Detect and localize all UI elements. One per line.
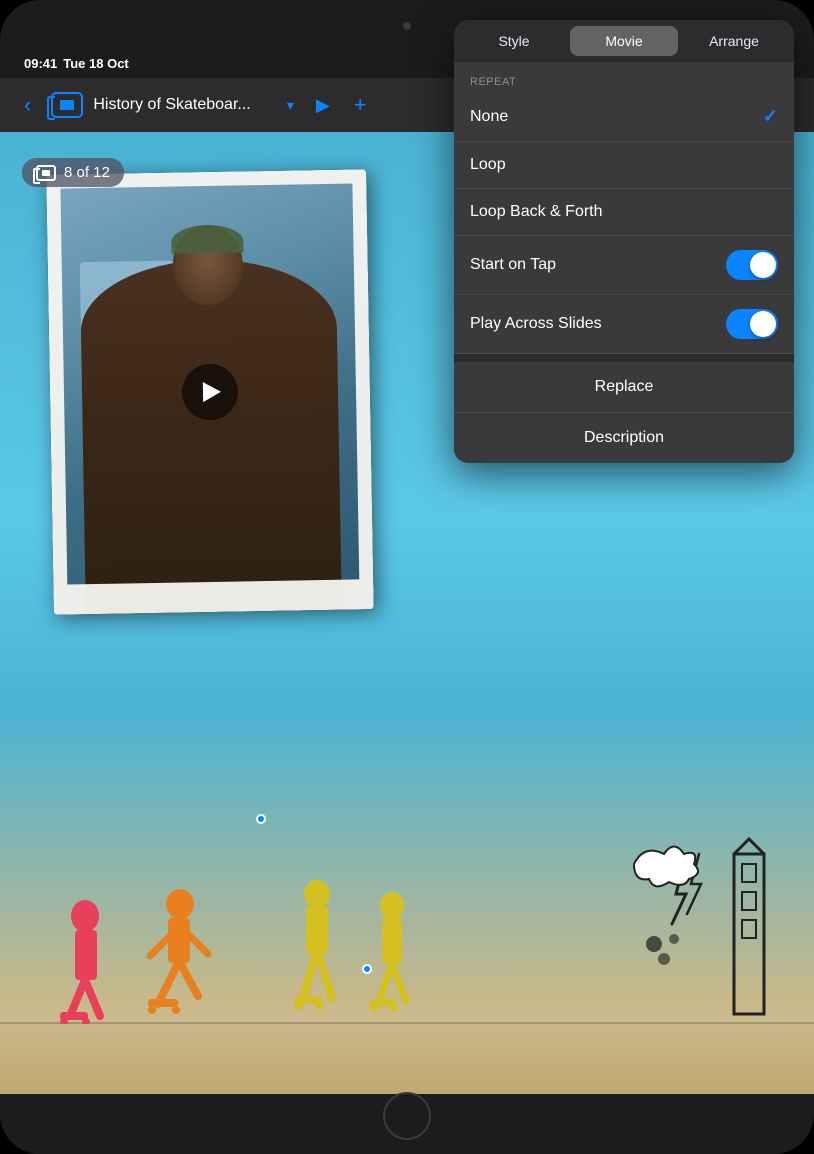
checkmark-icon: ✓	[763, 106, 778, 127]
selection-handle-right[interactable]	[362, 964, 372, 974]
start-on-tap-row: Start on Tap	[454, 236, 794, 295]
skater-yellow	[280, 876, 355, 1026]
title-chevron-icon[interactable]: ▾	[287, 97, 294, 114]
camera-dot	[403, 22, 411, 30]
tab-movie[interactable]: Movie	[570, 26, 678, 56]
slide-counter-text: 8 of 12	[64, 164, 110, 181]
start-on-tap-toggle[interactable]	[726, 250, 778, 280]
replace-label: Replace	[595, 378, 654, 395]
toggle-knob-2	[750, 311, 776, 337]
repeat-loop-label: Loop	[470, 156, 506, 174]
tab-style[interactable]: Style	[460, 26, 568, 56]
status-date: Tue 18 Oct	[63, 56, 129, 71]
back-button[interactable]: ‹	[14, 88, 41, 122]
home-button[interactable]	[383, 1092, 431, 1140]
replace-action[interactable]: Replace	[454, 362, 794, 413]
repeat-option-loop-back-forth[interactable]: Loop Back & Forth	[454, 189, 794, 236]
panel-tab-bar: Style Movie Arrange	[454, 20, 794, 62]
repeat-option-loop[interactable]: Loop	[454, 142, 794, 189]
slides-navigator-icon[interactable]	[51, 92, 83, 118]
toggle-knob	[750, 252, 776, 278]
format-panel: Style Movie Arrange REPEAT None ✓ Loop L…	[454, 20, 794, 463]
add-button[interactable]: +	[344, 88, 377, 122]
play-across-slides-label: Play Across Slides	[470, 315, 602, 333]
repeat-option-none[interactable]: None ✓	[454, 92, 794, 142]
slide-counter-icon	[36, 165, 56, 181]
play-across-slides-toggle[interactable]	[726, 309, 778, 339]
skater-yellow2	[360, 886, 425, 1026]
panel-content: REPEAT None ✓ Loop Loop Back & Forth Sta…	[454, 62, 794, 463]
video-element[interactable]	[46, 169, 374, 615]
selection-handle-bottom[interactable]	[256, 814, 266, 824]
play-across-slides-row: Play Across Slides	[454, 295, 794, 354]
status-time-date: 09:41 Tue 18 Oct	[24, 56, 129, 71]
ink-drawing	[594, 834, 794, 1034]
status-time: 09:41	[24, 56, 57, 71]
start-on-tap-label: Start on Tap	[470, 256, 556, 274]
description-label: Description	[584, 429, 664, 446]
ipad-frame: 09:41 Tue 18 Oct 100% ‹ History of Skate…	[0, 0, 814, 1154]
document-title[interactable]: History of Skateboar...	[93, 96, 280, 114]
panel-divider	[454, 354, 794, 362]
repeat-loop-back-forth-label: Loop Back & Forth	[470, 203, 603, 221]
repeat-section-label: REPEAT	[454, 62, 794, 92]
repeat-none-label: None	[470, 108, 508, 126]
slide-counter-badge[interactable]: 8 of 12	[22, 158, 124, 187]
tab-arrange[interactable]: Arrange	[680, 26, 788, 56]
slide-artwork	[0, 854, 814, 1094]
description-action[interactable]: Description	[454, 413, 794, 463]
skater-orange	[140, 886, 220, 1026]
skater-pink	[50, 896, 120, 1026]
play-triangle-icon	[203, 382, 221, 402]
play-button[interactable]: ▶	[306, 91, 340, 120]
